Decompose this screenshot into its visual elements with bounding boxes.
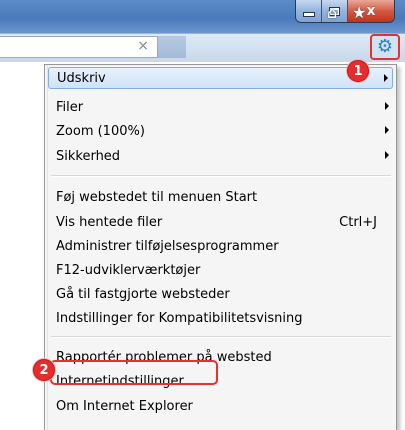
submenu-arrow-icon	[385, 102, 389, 110]
menu-item-filer[interactable]: Filer	[48, 96, 393, 118]
browser-toolbar: ×	[0, 33, 405, 62]
menu-separator	[51, 175, 391, 177]
menu-item-developer-tools[interactable]: F12-udviklerværktøjer	[48, 259, 393, 281]
tab-strip[interactable]: ×	[0, 36, 158, 58]
menu-item-label: Indstillinger for Kompatibilitetsvisning	[56, 310, 303, 326]
menu-item-label: Vis hentede filer	[56, 214, 163, 230]
menu-item-label: Gå til fastgjorte websteder	[56, 286, 230, 302]
close-icon: x	[366, 3, 376, 19]
menu-item-add-to-start[interactable]: Føj webstedet til menuen Start	[48, 186, 393, 208]
gear-icon: ⚙	[376, 36, 394, 57]
menu-item-internet-options[interactable]: Internetindstillinger	[48, 370, 393, 392]
menu-item-manage-addons[interactable]: Administrer tilføjelsesprogrammer	[48, 235, 393, 257]
menu-separator	[51, 336, 391, 338]
menu-item-zoom[interactable]: Zoom (100%)	[48, 120, 393, 142]
tools-button[interactable]: ⚙	[370, 34, 400, 60]
new-tab-area[interactable]	[158, 36, 186, 58]
menu-item-label: Filer	[56, 99, 84, 115]
menu-item-shortcut: Ctrl+J	[339, 214, 377, 230]
minimize-button[interactable]	[296, 0, 322, 22]
tools-menu: Udskriv Filer Zoom (100%) Sikkerhed Føj …	[44, 64, 397, 430]
menu-item-label: Om Internet Explorer	[56, 398, 193, 414]
submenu-arrow-icon	[385, 126, 389, 134]
menu-item-label: Internetindstillinger	[56, 373, 184, 389]
menu-item-label: F12-udviklerværktøjer	[56, 262, 201, 278]
menu-item-label: Sikkerhed	[56, 148, 121, 164]
step-1-badge: 1	[347, 60, 369, 82]
menu-item-compatibility-view[interactable]: Indstillinger for Kompatibilitetsvisning	[48, 307, 393, 329]
menu-item-report-problems[interactable]: Rapportér problemer på websted	[48, 346, 393, 368]
close-tab-icon[interactable]: ×	[137, 38, 149, 54]
menu-item-downloads[interactable]: Vis hentede filer Ctrl+J	[48, 211, 393, 233]
menu-item-udskriv[interactable]: Udskriv	[48, 67, 393, 89]
star-icon[interactable]: ★	[352, 4, 366, 22]
menu-item-label: Føj webstedet til menuen Start	[56, 189, 258, 205]
menu-item-label: Rapportér problemer på websted	[56, 349, 272, 365]
submenu-arrow-icon	[385, 151, 389, 159]
menu-item-sikkerhed[interactable]: Sikkerhed	[48, 145, 393, 167]
home-icon[interactable]: ⌂	[327, 4, 337, 22]
submenu-arrow-icon	[384, 74, 388, 82]
step-2-badge: 2	[33, 359, 55, 381]
menu-item-label: Zoom (100%)	[56, 123, 145, 139]
minimize-icon	[302, 12, 315, 17]
menu-item-pinned-sites[interactable]: Gå til fastgjorte websteder	[48, 283, 393, 305]
menu-item-label: Administrer tilføjelsesprogrammer	[56, 238, 279, 254]
title-bar: x	[0, 0, 405, 33]
menu-item-label: Udskriv	[57, 70, 106, 86]
menu-item-about-ie[interactable]: Om Internet Explorer	[48, 395, 393, 417]
window-controls: x	[295, 0, 395, 23]
